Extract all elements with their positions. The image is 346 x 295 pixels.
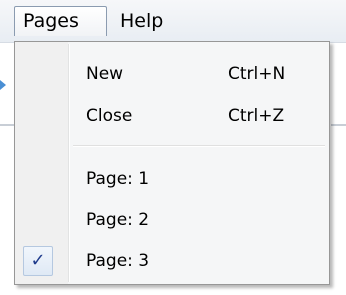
menu-help[interactable]: Help [112,6,176,36]
background-right-edge [331,43,346,295]
menu-item-label: Page: 3 [86,251,150,271]
menu-item-label: Page: 1 [86,169,150,189]
menu-item-label: Page: 2 [86,210,150,230]
menu-item-page-1[interactable]: Page: 1 [18,161,326,197]
arrow-icon [0,80,6,90]
menu-item-label: New [86,64,124,84]
menu-item-label: Close [86,106,133,126]
pages-dropdown-menu: New Ctrl+N Close Ctrl+Z Page: 1 Page: 2 … [14,41,330,285]
menu-bar: Pages Help [0,0,346,43]
menu-item-page-3[interactable]: ✓ Page: 3 [18,243,326,279]
background-divider-left [0,124,14,126]
background-divider-right [331,124,346,126]
menu-item-close[interactable]: Close Ctrl+Z [18,98,326,134]
menu-pages[interactable]: Pages [14,6,107,36]
checkmark-icon: ✓ [23,246,53,276]
menu-item-shortcut: Ctrl+Z [228,106,285,126]
menu-item-new[interactable]: New Ctrl+N [18,56,326,92]
menu-item-page-2[interactable]: Page: 2 [18,202,326,238]
menu-separator [73,145,325,147]
menu-item-shortcut: Ctrl+N [228,64,286,84]
